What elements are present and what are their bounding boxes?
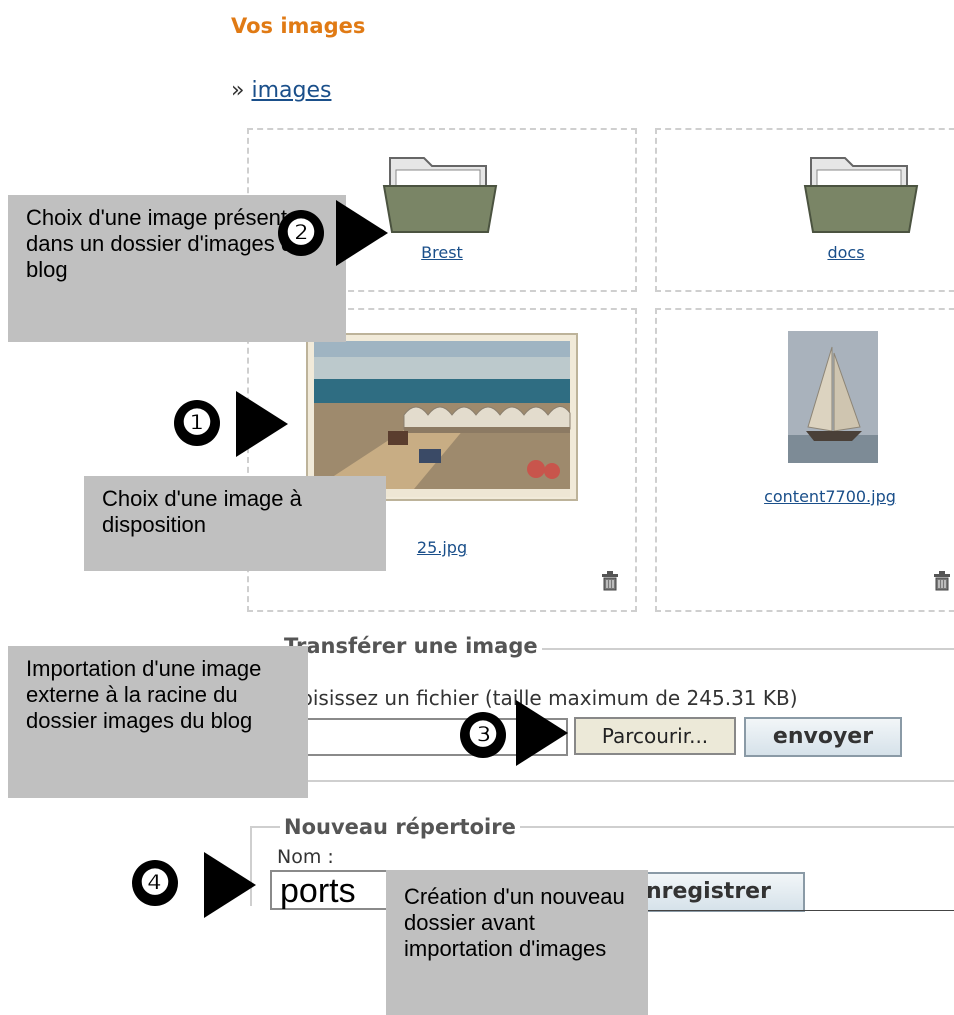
image-thumbnail-content7700[interactable] — [788, 331, 878, 463]
page-title: Vos images — [231, 14, 366, 38]
upload-fieldset-border — [250, 648, 954, 782]
folder-link-brest[interactable]: Brest — [392, 243, 492, 262]
annotation-number-4: ❹ — [132, 860, 178, 906]
arrow-icon — [516, 700, 568, 766]
annotation-number-2: ❷ — [278, 210, 324, 256]
folder-icon[interactable] — [803, 150, 919, 236]
image-link-content7700[interactable]: content7700.jpg — [720, 487, 940, 506]
arrow-icon — [336, 200, 388, 266]
arrow-icon — [204, 852, 256, 918]
folder-name-label: Nom : — [277, 846, 334, 868]
new-folder-legend: Nouveau répertoire — [280, 815, 520, 839]
folder-icon[interactable] — [382, 150, 498, 236]
trash-icon[interactable] — [601, 571, 619, 591]
breadcrumb-link-images[interactable]: images — [251, 78, 331, 103]
breadcrumb-separator: » — [231, 78, 245, 103]
browse-button[interactable]: Parcourir... — [574, 717, 736, 755]
callout-upload: Importation d'une image externe à la rac… — [8, 646, 308, 798]
folder-name-value: ports — [280, 872, 356, 910]
breadcrumb: » images — [231, 78, 331, 103]
image-link-25[interactable]: 25.jpg — [382, 538, 502, 557]
upload-legend: Transférer une image — [280, 634, 542, 658]
annotation-number-3: ❸ — [460, 712, 506, 758]
arrow-icon — [236, 391, 288, 457]
trash-icon[interactable] — [933, 571, 951, 591]
callout-image-choice: Choix d'une image à disposition — [84, 476, 386, 571]
annotation-number-1: ❶ — [174, 400, 220, 446]
callout-new-folder: Création d'un nouveau dossier avant impo… — [386, 870, 648, 1015]
folder-link-docs[interactable]: docs — [796, 243, 896, 262]
send-button[interactable]: envoyer — [744, 717, 902, 757]
